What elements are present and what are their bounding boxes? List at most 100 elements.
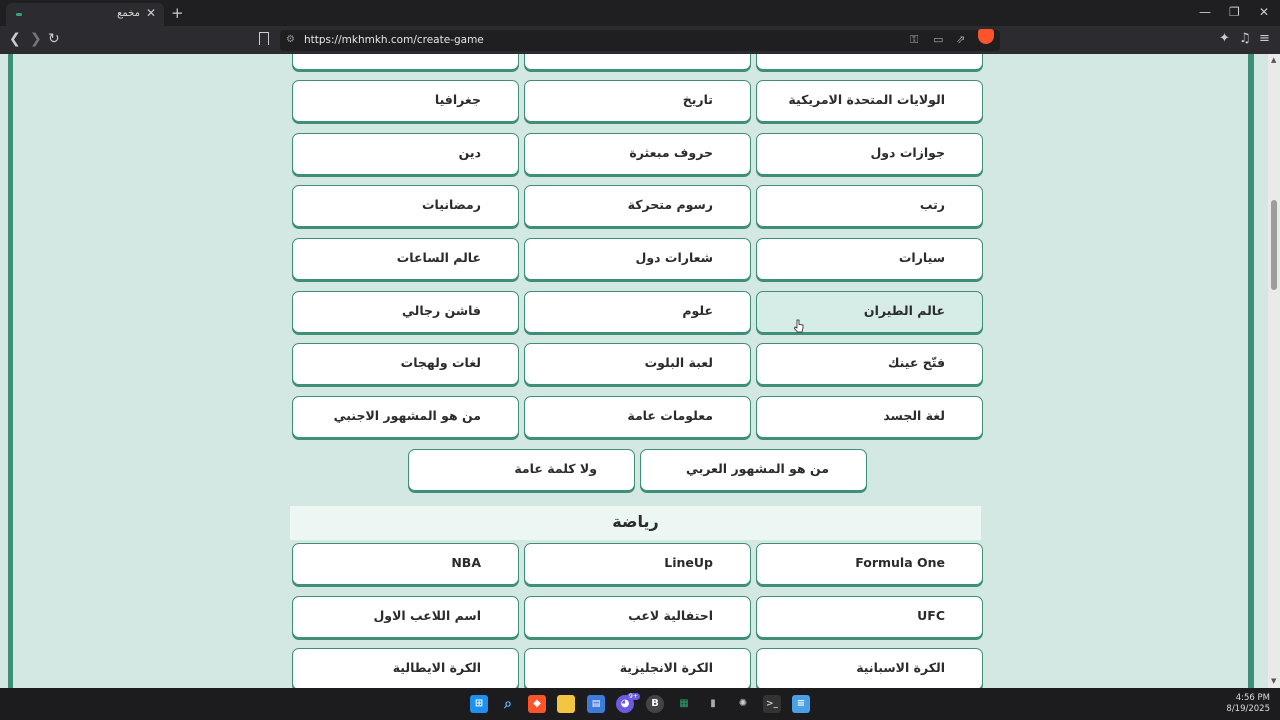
category-label: حروف مبعثرة [629, 145, 713, 160]
category-card[interactable]: فاشن رجالي [292, 291, 519, 333]
category-card[interactable]: جوازات دول [756, 133, 983, 175]
category-card[interactable]: Formula One [756, 543, 983, 585]
category-label: الكرة الاسبانية [856, 660, 945, 675]
new-tab-icon[interactable]: + [171, 4, 184, 22]
category-card[interactable]: الكرة الايطالية [292, 648, 519, 688]
category-card[interactable]: UFC [756, 596, 983, 638]
scrollbar-thumb[interactable] [1271, 200, 1277, 290]
category-card[interactable] [756, 54, 983, 70]
category-label: NBA [451, 555, 481, 570]
category-label: الكرة الايطالية [392, 660, 481, 675]
category-card[interactable]: عالم الطيران [756, 291, 983, 333]
category-label: ولا كلمة عامة [514, 461, 597, 476]
category-label: الولايات المتحدة الامريكية [788, 92, 945, 107]
category-card[interactable] [292, 54, 519, 70]
menu-icon[interactable]: ≡ [1259, 31, 1270, 46]
category-card[interactable]: سيارات [756, 238, 983, 280]
section-header-sports: رياضة [290, 506, 981, 540]
category-label: سيارات [898, 250, 945, 265]
category-card[interactable]: جغرافيا [292, 80, 519, 122]
scroll-down-icon[interactable]: ▼ [1271, 677, 1276, 685]
page-content: الولايات المتحدة الامريكية تاريخ جغرافيا… [0, 54, 1280, 688]
category-label: عالم الطيران [863, 303, 945, 318]
b-app-icon[interactable]: B [646, 695, 664, 713]
category-label: LineUp [664, 555, 713, 570]
section-title: رياضة [612, 512, 659, 531]
category-card[interactable]: شعارات دول [524, 238, 751, 280]
scroll-up-icon[interactable]: ▲ [1271, 56, 1276, 64]
category-label: دين [458, 145, 481, 160]
store-icon[interactable]: ▤ [587, 695, 605, 713]
category-label: الكرة الانجليزية [619, 660, 713, 675]
category-card[interactable]: احتفالية لاعب [524, 596, 751, 638]
category-card[interactable]: LineUp [524, 543, 751, 585]
usb-app-icon[interactable]: ▮ [704, 695, 722, 713]
minimize-icon[interactable]: — [1199, 5, 1211, 19]
site-info-icon[interactable]: ⚙ [286, 34, 295, 45]
category-card[interactable] [524, 54, 751, 70]
category-card[interactable]: رمضانيات [292, 185, 519, 227]
right-border [1248, 54, 1254, 688]
chatgpt-icon[interactable]: ✺ [734, 695, 752, 713]
category-card[interactable]: فتّح عينك [756, 343, 983, 385]
category-label: جوازات دول [870, 145, 945, 160]
page-scrollbar[interactable]: ▲ ▼ [1268, 54, 1280, 688]
clock-date: 8/19/2025 [1226, 704, 1270, 714]
category-label: عالم الساعات [396, 250, 481, 265]
bookmark-icon[interactable] [259, 32, 269, 45]
tab-bar: مخمع ✕ + — ❐ ✕ [0, 0, 1280, 26]
category-label: من هو المشهور العربي [685, 461, 829, 476]
search-icon[interactable]: ⌕ [499, 695, 517, 713]
site-favicon-icon [16, 13, 22, 16]
key-icon[interactable]: ⚿ [910, 33, 918, 47]
windows-start-icon[interactable]: ⊞ [470, 695, 488, 713]
category-card[interactable]: الولايات المتحدة الامريكية [756, 80, 983, 122]
category-card[interactable]: ولا كلمة عامة [408, 449, 635, 491]
system-clock[interactable]: 4:56 PM 8/19/2025 [1226, 693, 1270, 715]
category-card[interactable]: من هو المشهور العربي [640, 449, 867, 491]
share-icon[interactable]: ⇗ [956, 33, 965, 46]
back-icon[interactable]: ❮ [9, 31, 21, 47]
excel-icon[interactable]: ▦ [675, 695, 693, 713]
category-label: علوم [682, 303, 713, 318]
category-card[interactable]: حروف مبعثرة [524, 133, 751, 175]
category-card[interactable]: لعبة البلوت [524, 343, 751, 385]
category-label: Formula One [855, 555, 945, 570]
category-card[interactable]: الكرة الاسبانية [756, 648, 983, 688]
category-card[interactable]: رتب [756, 185, 983, 227]
address-bar[interactable]: ⚙ https://mkhmkh.com/create-game ⚿ ▭ ⇗ [280, 30, 1000, 51]
category-label: فتّح عينك [887, 355, 945, 370]
category-card[interactable]: علوم [524, 291, 751, 333]
brave-browser-icon[interactable]: ◆ [528, 695, 546, 713]
clock-time: 4:56 PM [1235, 693, 1270, 703]
tab-title: مخمع [117, 8, 140, 19]
category-label: لعبة البلوت [644, 355, 713, 370]
category-card[interactable]: لغة الجسد [756, 396, 983, 438]
category-card[interactable]: NBA [292, 543, 519, 585]
category-label: اسم اللاعب الاول [373, 608, 481, 623]
file-explorer-icon[interactable] [557, 695, 575, 713]
notepad-icon[interactable]: ≡ [792, 695, 810, 713]
category-card[interactable]: اسم اللاعب الاول [292, 596, 519, 638]
maximize-icon[interactable]: ❐ [1229, 5, 1240, 19]
category-card[interactable]: دين [292, 133, 519, 175]
extensions-icon[interactable]: ✦ [1219, 31, 1230, 46]
media-icon[interactable]: ♫ [1239, 31, 1251, 46]
category-label: رسوم متحركة [627, 197, 713, 212]
reload-icon[interactable]: ↻ [48, 31, 60, 47]
category-card[interactable]: من هو المشهور الاجنبي [292, 396, 519, 438]
category-card[interactable]: تاريخ [524, 80, 751, 122]
category-card[interactable]: رسوم متحركة [524, 185, 751, 227]
forward-icon[interactable]: ❯ [30, 31, 42, 47]
cast-icon[interactable]: ▭ [933, 33, 943, 46]
category-card[interactable]: الكرة الانجليزية [524, 648, 751, 688]
taskbar: ⊞ ⌕ ◆ ▤ ◕ 9+ B ▦ ▮ ✺ >_ ≡ 4:56 PM 8/19/2… [0, 688, 1280, 720]
terminal-icon[interactable]: >_ [763, 695, 781, 713]
category-card[interactable]: لغات ولهجات [292, 343, 519, 385]
pointer-cursor-icon [794, 319, 804, 333]
category-card[interactable]: معلومات عامة [524, 396, 751, 438]
browser-tab[interactable]: مخمع ✕ [6, 3, 164, 26]
close-tab-icon[interactable]: ✕ [146, 6, 156, 20]
category-card[interactable]: عالم الساعات [292, 238, 519, 280]
close-window-icon[interactable]: ✕ [1259, 5, 1269, 19]
